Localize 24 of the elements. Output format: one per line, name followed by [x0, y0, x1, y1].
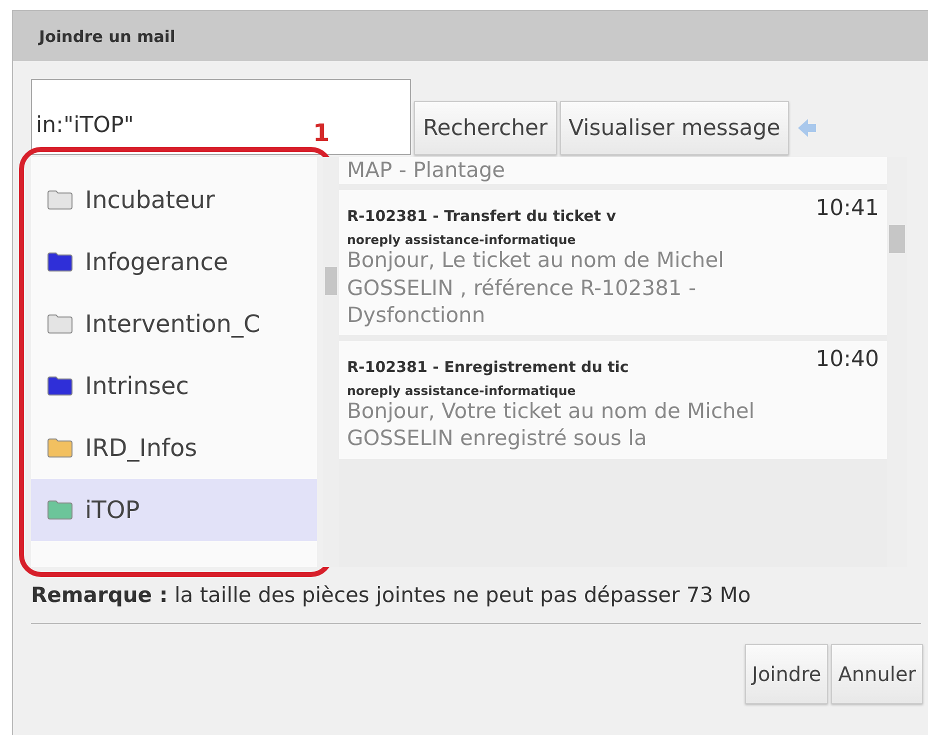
dialog-button[interactable]: Annuler	[831, 644, 923, 704]
message-preview: MAP - Plantage	[347, 157, 506, 184]
message-subject: R-102381 - Transfert du ticket v	[347, 206, 616, 228]
message-item[interactable]: R-102381 - Enregistrement du tic 10:40 noreply assistance-informatique Bonjour, Votre ticket au nom de Michel GOSSELIN enregistré sous la	[339, 341, 887, 459]
message-time: 10:40	[816, 347, 879, 372]
folder-item[interactable]: Intrinsec	[31, 355, 318, 417]
dialog-button[interactable]: Joindre	[745, 644, 828, 704]
toolbar-button[interactable]: Visualiser message	[560, 101, 790, 155]
message-sender: noreply assistance-informatique	[347, 232, 577, 248]
message-sender: noreply assistance-informatique	[347, 383, 577, 398]
folder-item[interactable]: iTOP	[31, 479, 318, 541]
folder-item[interactable]: IRD_Infos	[31, 417, 318, 479]
folder-item[interactable]: Intervention_C	[31, 293, 318, 355]
message-subject: R-102381 - Enregistrement du tic	[347, 357, 629, 378]
folder-item[interactable]: Infogerance	[31, 231, 318, 293]
message-preview: Bonjour, Le ticket au nom de Michel GOSSELIN , référence R-102381 - Dysfonctionn	[347, 247, 725, 329]
message-item[interactable]: R-102381 - Transfert du ticket v 10:41 noreply assistance-informatique Bonjour, Le ticket au nom de Michel GOSSELIN , référence R-102381 - Dysfonctionn	[339, 190, 887, 336]
window-title: Joindre un mail	[39, 26, 176, 46]
note-text: Remarque : la taille des pièces jointes ne peut pas dépasser 73 Mo	[31, 582, 752, 609]
toolbar-button[interactable]: Rechercher	[414, 101, 557, 155]
annotation-number: 1	[313, 119, 330, 147]
message-preview: Bonjour, Votre ticket au nom de Michel GOSSELIN enregistré sous la	[347, 398, 756, 452]
message-time: 10:41	[816, 196, 879, 222]
folder-item[interactable]: Incubateur	[31, 169, 318, 231]
